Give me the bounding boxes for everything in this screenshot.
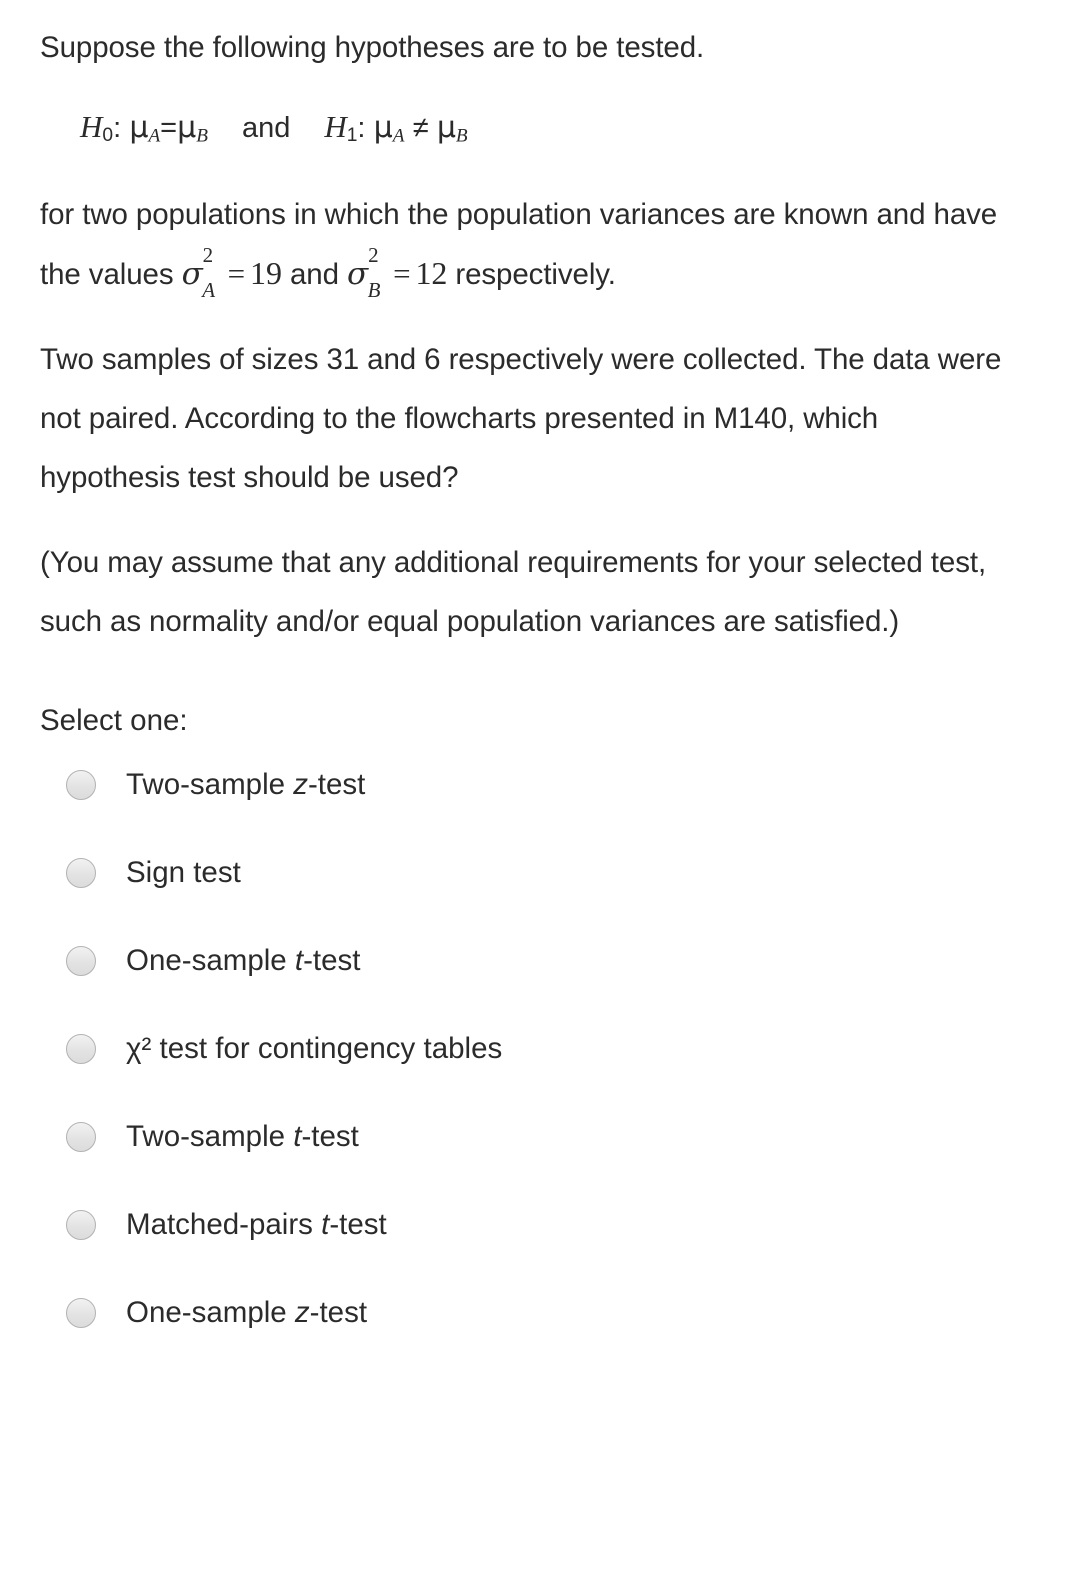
alt-relation: ≠ — [412, 112, 429, 144]
sigma-a-symbol: σ2A — [182, 243, 215, 304]
alt-rhs-mu: μB — [436, 110, 468, 147]
answer-option-1[interactable]: Two-sample z-test — [40, 759, 1026, 811]
emphasised-statistic-symbol: z — [294, 1295, 310, 1329]
answer-options-list: Two-sample z-test Sign test One-sample t-t… — [40, 759, 1026, 1339]
sigma-b-value: 12 — [415, 254, 448, 291]
alt-colon: : — [357, 112, 366, 144]
samples-paragraph: Two samples of sizes 31 and 6 respective… — [40, 342, 1002, 494]
answer-option-label-2: Sign test — [126, 855, 241, 889]
emphasised-statistic-symbol: z — [293, 767, 308, 801]
null-hypothesis-subscript: 0 — [102, 125, 114, 147]
radio-button-7[interactable] — [66, 1297, 96, 1328]
variance-sentence: for two populations in which the populat… — [40, 185, 1026, 304]
variance-tail-text: respectively. — [455, 257, 616, 291]
emphasised-statistic-symbol: t — [321, 1207, 330, 1241]
radio-button-6[interactable] — [66, 1209, 96, 1240]
answer-option-label-1: Two-sample z-test — [126, 767, 366, 801]
sigma-b-expression: σ 2 B = 12 — [347, 243, 448, 302]
intro-text: Suppose the following hypotheses are to … — [40, 31, 705, 64]
null-rhs-subscript: B — [196, 125, 208, 147]
alt-rhs-subscript: B — [455, 125, 468, 147]
null-relation: = — [160, 112, 178, 144]
assumption-paragraph: (You may assume that any additional requ… — [40, 545, 987, 638]
question-page: Suppose the following hypotheses are to … — [0, 0, 1066, 1593]
hypotheses-conjunction: and — [241, 112, 291, 144]
radio-button-1[interactable] — [66, 769, 96, 800]
alt-hypothesis-subscript: 1 — [346, 125, 358, 147]
alt-lhs-mu: μA — [373, 110, 405, 147]
answer-option-label-3: One-sample t-test — [126, 943, 361, 977]
answer-option-label-5: Two-sample t-test — [126, 1119, 359, 1153]
answer-option-4[interactable]: χ² test for contingency tables — [40, 1023, 1026, 1075]
radio-button-2[interactable] — [66, 857, 96, 888]
null-rhs-mu: μB — [177, 110, 208, 147]
null-lhs-subscript: A — [148, 125, 161, 147]
alt-hypothesis-symbol: H1 — [324, 109, 358, 147]
sigma-b-symbol: σ2B — [347, 243, 380, 304]
sigma-a-expression: σ 2 A = 19 — [182, 243, 282, 302]
sigma-a-subscript: A — [202, 277, 215, 302]
answer-option-label-6: Matched-pairs t-test — [126, 1207, 387, 1241]
answer-option-5[interactable]: Two-sample t-test — [40, 1111, 1026, 1163]
radio-button-5[interactable] — [66, 1121, 96, 1152]
emphasised-statistic-symbol: t — [294, 943, 304, 977]
radio-button-4[interactable] — [66, 1033, 96, 1064]
answer-option-6[interactable]: Matched-pairs t-test — [40, 1199, 1026, 1251]
answer-option-label-4: χ² test for contingency tables — [126, 1031, 503, 1065]
sigma-b-equals: = — [393, 255, 411, 291]
select-one-prompt: Select one: — [40, 703, 188, 737]
answer-option-7[interactable]: One-sample z-test — [40, 1287, 1026, 1339]
null-colon: : — [113, 112, 122, 144]
hypotheses-line: H0: μA=μB and H1: μA ≠ μB — [40, 93, 1026, 171]
sigma-a-value: 19 — [250, 254, 282, 291]
null-hypothesis-symbol: H0 — [80, 109, 114, 147]
radio-button-3[interactable] — [66, 945, 96, 976]
emphasised-statistic-symbol: t — [293, 1119, 302, 1153]
answer-option-3[interactable]: One-sample t-test — [40, 935, 1026, 987]
answer-option-label-7: One-sample z-test — [126, 1295, 368, 1329]
sigma-b-subscript: B — [367, 277, 381, 302]
variance-connector: and — [289, 257, 339, 291]
null-lhs-mu: μA — [129, 110, 161, 147]
answer-option-2[interactable]: Sign test — [40, 847, 1026, 899]
alt-lhs-subscript: A — [392, 125, 405, 147]
sigma-a-equals: = — [227, 255, 246, 291]
